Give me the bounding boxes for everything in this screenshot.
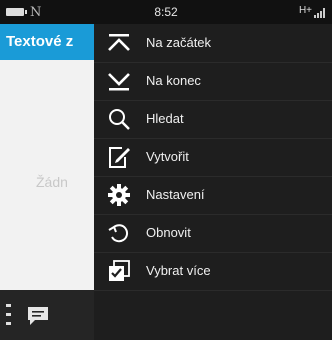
network-type: H+ [298, 5, 312, 16]
menu-item-label: Hledat [146, 111, 184, 126]
signal-icon [314, 8, 326, 18]
menu-item-scroll-top[interactable]: Na začátek [94, 24, 332, 63]
refresh-icon [106, 220, 132, 246]
overflow-menu: Na začátek Na konec Hledat Vytvořit Nast… [94, 24, 332, 340]
overflow-menu-icon[interactable] [6, 304, 11, 326]
menu-item-label: Na konec [146, 73, 201, 88]
menu-item-refresh[interactable]: Obnovit [94, 214, 332, 253]
menu-item-label: Na začátek [146, 35, 212, 50]
menu-item-label: Vytvořit [146, 149, 189, 164]
menu-item-label: Vybrat více [146, 263, 211, 278]
message-icon[interactable] [26, 305, 50, 332]
menu-item-compose[interactable]: Vytvořit [94, 138, 332, 177]
menu-item-select-multiple[interactable]: Vybrat více [94, 252, 332, 291]
menu-item-scroll-bottom[interactable]: Na konec [94, 62, 332, 101]
scroll-to-top-icon [106, 30, 132, 56]
menu-item-label: Nastavení [146, 187, 205, 202]
menu-item-settings[interactable]: Nastavení [94, 176, 332, 215]
menu-item-search[interactable]: Hledat [94, 100, 332, 139]
menu-item-label: Obnovit [146, 225, 191, 240]
compose-icon [106, 144, 132, 170]
empty-state-text: Žádn [36, 174, 68, 190]
select-multiple-icon [106, 258, 132, 284]
page-title: Textové z [6, 33, 74, 50]
scroll-to-bottom-icon [106, 68, 132, 94]
search-icon [106, 106, 132, 132]
gear-icon [106, 182, 132, 208]
status-time: 8:52 [154, 5, 178, 19]
status-bar: N 8:52 H+ [0, 0, 332, 24]
